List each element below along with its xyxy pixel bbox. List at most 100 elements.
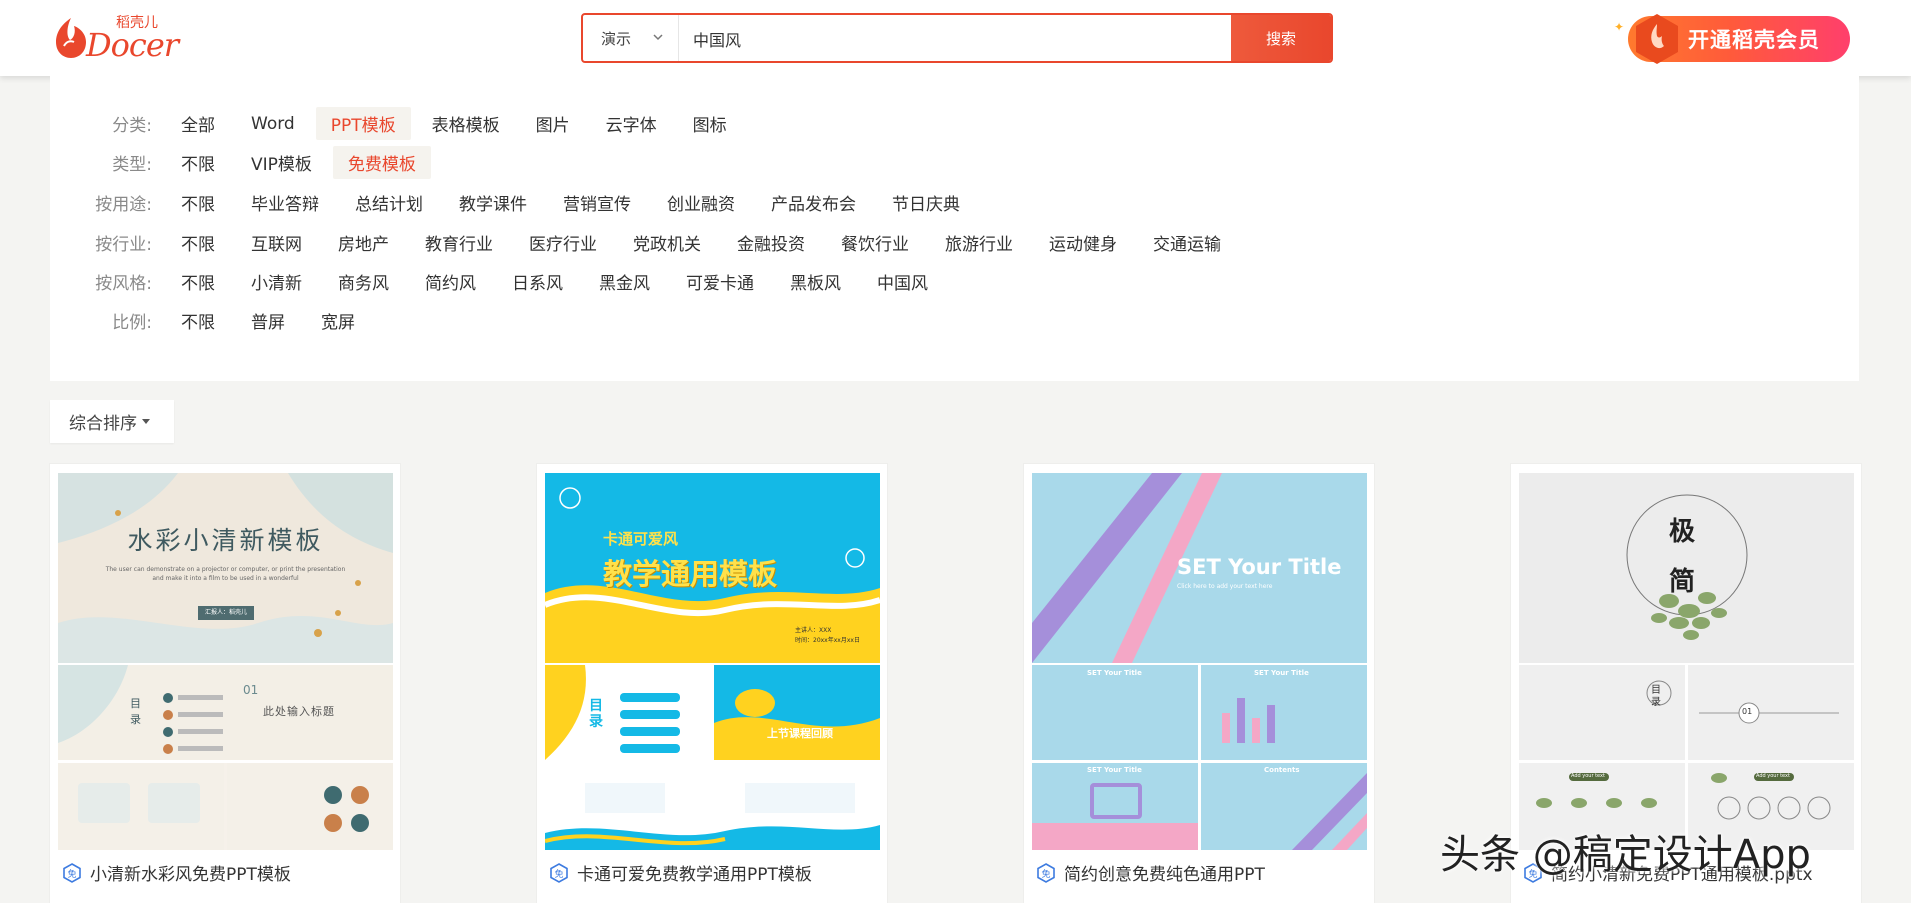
template-thumbnail[interactable]: 卡通可爱风 教学通用模板 主讲人：XXX 时间：20xx年xx月xx日 目录 上… — [545, 473, 880, 850]
filter-option[interactable]: 黑金风 — [584, 265, 665, 298]
vip-subscribe-button[interactable]: 开通稻壳会员 — [1628, 14, 1850, 64]
top-header: Docer 稻壳儿 演示 搜索 ✦ 开通稻壳会员 — [0, 0, 1911, 76]
vip-badge-icon — [1636, 14, 1678, 64]
thumbnail-big-title: 教学通用模板 — [603, 557, 778, 591]
filter-option[interactable]: 节日庆典 — [877, 186, 975, 219]
filter-option[interactable]: 全部 — [166, 107, 230, 140]
thumbnail-slide-contents: Contents — [1264, 766, 1300, 774]
thumbnail-char: 简 — [1669, 567, 1696, 597]
filter-option[interactable]: 不限 — [166, 186, 230, 219]
filter-option-active[interactable]: 免费模板 — [332, 146, 431, 179]
thumbnail-section-label: 目录 — [589, 698, 603, 730]
thumbnail-section-label: 目录 — [130, 697, 141, 726]
filter-option[interactable]: 餐饮行业 — [826, 226, 924, 259]
filter-option[interactable]: 商务风 — [323, 265, 404, 298]
thumbnail-title: SET Your Title — [1177, 555, 1342, 579]
filter-option[interactable]: 可爱卡通 — [671, 265, 769, 298]
filter-option[interactable]: 普屏 — [236, 304, 300, 337]
free-badge-icon: 免 — [1037, 862, 1055, 883]
filter-label: 按用途: — [95, 195, 152, 215]
thumbnail-section-number: 01 — [1742, 707, 1753, 716]
filter-option[interactable]: 房地产 — [323, 226, 404, 259]
template-title-text: 小清新水彩风免费PPT模板 — [90, 865, 291, 885]
thumbnail-title: 水彩小清新模板 — [127, 526, 324, 555]
filter-option[interactable]: 总结计划 — [340, 186, 438, 219]
thumbnail-slide-title: SET Your Title — [1087, 766, 1142, 774]
search-bar: 演示 搜索 — [581, 13, 1333, 63]
template-thumbnail[interactable]: SET Your Title Click here to add your te… — [1032, 473, 1367, 850]
svg-text:免: 免 — [554, 868, 563, 880]
template-title[interactable]: 免 简约创意免费纯色通用PPT — [1036, 860, 1265, 885]
thumbnail-meta: 时间：20xx年xx月xx日 — [795, 637, 860, 644]
docer-logo[interactable]: Docer 稻壳儿 — [50, 12, 179, 64]
watermark-overlay: 头条 @稿定设计App — [1440, 832, 1811, 878]
filter-option[interactable]: 旅游行业 — [930, 226, 1028, 259]
thumbnail-tag: Add your text — [1571, 773, 1605, 779]
filter-option[interactable]: 金融投资 — [722, 226, 820, 259]
filter-option[interactable]: 云字体 — [591, 107, 672, 140]
sort-dropdown[interactable]: 综合排序 — [50, 400, 174, 443]
thumbnail-slide-title: SET Your Title — [1254, 669, 1309, 677]
search-button[interactable]: 搜索 — [1231, 15, 1331, 61]
filter-option[interactable]: 教学课件 — [444, 186, 542, 219]
filter-option[interactable]: 营销宣传 — [548, 186, 646, 219]
template-card[interactable]: 水彩小清新模板 The user can demonstrate on a pr… — [50, 464, 400, 903]
filter-label: 类型: — [112, 155, 152, 175]
thumbnail-subtitle: and make it into a film to be used in a … — [152, 575, 299, 582]
svg-text:免: 免 — [1041, 868, 1050, 880]
thumbnail-badge: 汇报人：稻壳儿 — [198, 606, 254, 620]
template-card[interactable]: 卡通可爱风 教学通用模板 主讲人：XXX 时间：20xx年xx月xx日 目录 上… — [537, 464, 887, 903]
template-card[interactable]: SET Your Title Click here to add your te… — [1024, 464, 1374, 903]
filter-option-active[interactable]: PPT模板 — [315, 107, 411, 140]
filter-option[interactable]: 毕业答辩 — [236, 186, 334, 219]
filter-option[interactable]: VIP模板 — [236, 146, 327, 179]
vip-button-label: 开通稻壳会员 — [1688, 28, 1820, 52]
thumbnail-section-title: 上节课程回顾 — [767, 727, 833, 740]
filter-option[interactable]: 日系风 — [497, 265, 578, 298]
filter-option[interactable]: 互联网 — [236, 226, 317, 259]
filter-option[interactable]: 小清新 — [236, 265, 317, 298]
sort-label: 综合排序 — [69, 414, 137, 434]
filter-option[interactable]: 表格模板 — [417, 107, 515, 140]
filter-option[interactable]: 党政机关 — [618, 226, 716, 259]
filter-label: 比例: — [112, 313, 152, 333]
filter-label: 按风格: — [95, 274, 152, 294]
thumbnail-char: 极 — [1669, 517, 1696, 547]
search-type-select[interactable]: 演示 — [583, 15, 679, 61]
search-type-label: 演示 — [601, 29, 632, 48]
svg-text:免: 免 — [67, 868, 76, 880]
template-title[interactable]: 免 小清新水彩风免费PPT模板 — [62, 860, 291, 885]
filter-option[interactable]: 图片 — [521, 107, 585, 140]
filter-option[interactable]: 不限 — [166, 304, 230, 337]
thumbnail-meta: 主讲人：XXX — [795, 627, 832, 634]
template-thumbnail[interactable]: 水彩小清新模板 The user can demonstrate on a pr… — [58, 473, 393, 850]
filter-option[interactable]: 教育行业 — [410, 226, 508, 259]
template-title[interactable]: 免 卡通可爱免费教学通用PPT模板 — [549, 860, 812, 885]
filter-option[interactable]: 创业融资 — [652, 186, 750, 219]
thumbnail-section-label: 目录 — [1651, 685, 1661, 708]
free-badge-icon: 免 — [550, 862, 568, 883]
filter-label: 按行业: — [95, 235, 152, 255]
filter-option[interactable]: 中国风 — [862, 265, 943, 298]
filter-option[interactable]: 不限 — [166, 226, 230, 259]
thumbnail-tag: Add your text — [1756, 773, 1790, 779]
filter-panel: 分类: 全部 Word PPT模板 表格模板 图片 云字体 图标 类型: 不限 … — [50, 76, 1859, 381]
thumbnail-cartoon-preview — [545, 473, 880, 850]
search-input[interactable] — [683, 15, 1215, 61]
filter-option[interactable]: 交通运输 — [1138, 226, 1236, 259]
filter-option[interactable]: 医疗行业 — [514, 226, 612, 259]
free-badge-icon: 免 — [63, 862, 81, 883]
thumbnail-small-title: 卡通可爱风 — [603, 530, 679, 548]
filter-option[interactable]: 产品发布会 — [756, 186, 871, 219]
filter-option[interactable]: 图标 — [678, 107, 742, 140]
filter-option[interactable]: 宽屏 — [306, 304, 370, 337]
filter-label: 分类: — [112, 116, 152, 136]
filter-option[interactable]: 不限 — [166, 146, 230, 179]
docer-logo-icon — [56, 18, 86, 58]
template-thumbnail[interactable]: 极 简 目录 01 Add your text Add your text — [1519, 473, 1854, 850]
filter-option[interactable]: 简约风 — [410, 265, 491, 298]
filter-option[interactable]: Word — [236, 110, 310, 138]
filter-option[interactable]: 不限 — [166, 265, 230, 298]
filter-option[interactable]: 运动健身 — [1034, 226, 1132, 259]
filter-option[interactable]: 黑板风 — [775, 265, 856, 298]
